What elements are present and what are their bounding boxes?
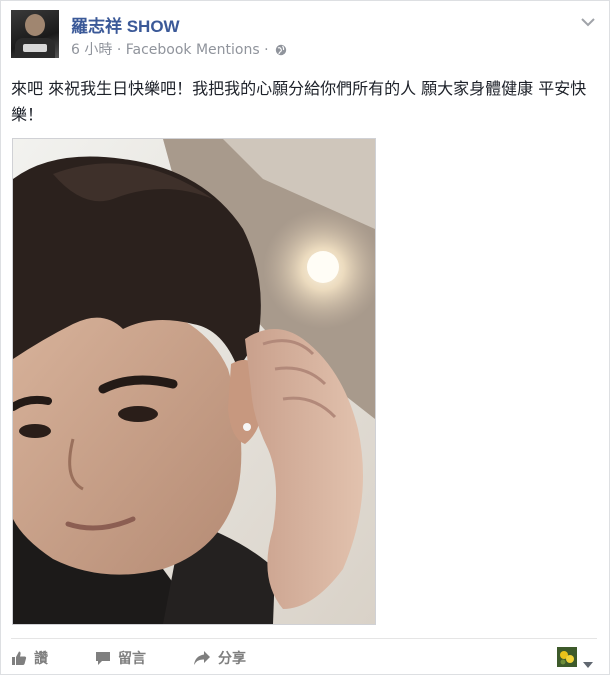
thumbs-up-icon: [12, 651, 27, 665]
selfie-illustration: [13, 139, 375, 624]
action-bar: 讚 留言 分享: [11, 646, 601, 670]
avatar-shirt-logo: [23, 44, 47, 52]
comment-label: 留言: [118, 651, 146, 667]
share-button[interactable]: 分享: [193, 646, 246, 670]
flower-avatar-image: [557, 647, 577, 667]
chevron-down-icon[interactable]: [581, 12, 595, 31]
viewer-avatar[interactable]: [557, 647, 577, 667]
author-name[interactable]: 羅志祥 SHOW: [71, 12, 180, 37]
actions-divider: [11, 638, 597, 639]
share-arrow-icon: [194, 651, 210, 665]
post-source[interactable]: Facebook Mentions: [126, 42, 260, 58]
post-time[interactable]: 6 小時: [71, 42, 112, 58]
speech-bubble-icon: [96, 652, 110, 665]
comment-button[interactable]: 留言: [95, 646, 146, 670]
like-label: 讚: [34, 651, 48, 667]
post-header: 羅志祥 SHOW 6 小時 · Facebook Mentions ·: [11, 10, 601, 60]
post-text: 來吧 來祝我生日快樂吧！我把我的心願分給你們所有的人 願大家身體健康 平安快樂！: [11, 79, 587, 124]
post-card: 羅志祥 SHOW 6 小時 · Facebook Mentions · 來吧 來…: [0, 0, 610, 675]
globe-icon[interactable]: [275, 44, 287, 60]
post-meta: 6 小時 · Facebook Mentions ·: [71, 39, 287, 60]
caret-down-icon[interactable]: [583, 654, 593, 673]
meta-separator: ·: [116, 42, 122, 58]
post-photo[interactable]: [12, 138, 376, 625]
like-button[interactable]: 讚: [11, 646, 48, 670]
meta-separator: ·: [264, 42, 269, 58]
share-label: 分享: [218, 651, 246, 667]
avatar-face: [25, 14, 45, 36]
author-avatar[interactable]: [11, 10, 59, 58]
